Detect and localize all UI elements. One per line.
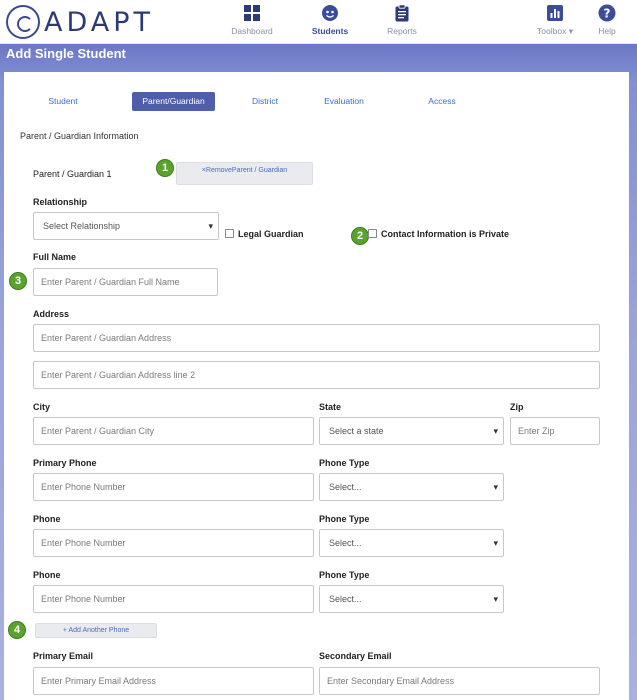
contact-private-label: Contact Information is Private [381, 229, 510, 239]
tab-district[interactable]: District [235, 92, 295, 111]
logo-mark-icon [6, 5, 40, 39]
student-face-icon [322, 5, 338, 21]
phone-2-type-select[interactable]: Select... [319, 529, 504, 557]
toolbox-chart-icon [547, 5, 563, 21]
phone-3-input[interactable]: Enter Phone Number [33, 585, 314, 613]
tab-student[interactable]: Student [24, 92, 102, 111]
primary-phone-type-select[interactable]: Select... [319, 473, 504, 501]
zip-input[interactable]: Enter Zip [510, 417, 600, 445]
legal-guardian-label: Legal Guardian [238, 229, 304, 239]
tab-parent-guardian[interactable]: Parent/Guardian [132, 92, 215, 111]
nav-toolbox[interactable]: Toolbox ▾ [533, 4, 577, 37]
help-question-icon: ? [598, 4, 616, 22]
add-phone-button[interactable]: + Add Another Phone [35, 623, 157, 638]
nav-students-label: Students [311, 26, 349, 36]
contact-private-checkbox[interactable] [368, 229, 377, 238]
state-label: State [319, 402, 342, 412]
primary-email-input[interactable]: Enter Primary Email Address [33, 667, 314, 695]
address-label: Address [33, 309, 70, 319]
nav-students[interactable]: Students [310, 4, 350, 36]
secondary-email-label: Secondary Email [319, 651, 392, 661]
nav-toolbox-label: Toolbox ▾ [537, 26, 573, 36]
full-name-input[interactable]: Enter Parent / Guardian Full Name [33, 268, 218, 296]
primary-phone-input[interactable]: Enter Phone Number [33, 473, 314, 501]
primary-phone-label: Primary Phone [33, 458, 97, 468]
full-name-label: Full Name [33, 252, 77, 262]
zip-label: Zip [510, 402, 524, 412]
step-badge-2: 2 [351, 227, 369, 245]
primary-phone-type-label: Phone Type [319, 458, 370, 468]
secondary-email-input[interactable]: Enter Secondary Email Address [319, 667, 600, 695]
relationship-select[interactable]: Select Relationship [33, 212, 219, 240]
nav-dashboard[interactable]: Dashboard [229, 4, 275, 36]
nav-help-label: Help [598, 26, 616, 36]
tab-access[interactable]: Access [413, 92, 471, 111]
remove-guardian-button[interactable]: ×RemoveParent / Guardian [176, 162, 313, 185]
nav-reports[interactable]: Reports [383, 4, 421, 36]
step-badge-3: 3 [9, 272, 27, 290]
city-label: City [33, 402, 51, 412]
clipboard-icon [395, 4, 409, 22]
svg-text:?: ? [604, 6, 611, 20]
phone-3-type-label: Phone Type [319, 570, 370, 580]
phone-3-label: Phone [33, 570, 61, 580]
address-line2-input[interactable]: Enter Parent / Guardian Address line 2 [33, 361, 600, 389]
legal-guardian-checkbox[interactable] [225, 229, 234, 238]
section-title: Parent / Guardian Information [20, 131, 139, 141]
phone-2-input[interactable]: Enter Phone Number [33, 529, 314, 557]
primary-email-label: Primary Email [33, 651, 94, 661]
tab-evaluation[interactable]: Evaluation [312, 92, 376, 111]
phone-2-type-label: Phone Type [319, 514, 370, 524]
relationship-label: Relationship [33, 197, 88, 207]
phone-3-type-select[interactable]: Select... [319, 585, 504, 613]
logo-text: ADAPT [44, 6, 155, 38]
nav-help[interactable]: ? Help [593, 4, 621, 36]
nav-reports-label: Reports [387, 26, 417, 36]
top-navbar: ADAPT Dashboard Students Reports Toolbox… [0, 0, 637, 44]
phone-2-label: Phone [33, 514, 61, 524]
step-badge-4: 4 [8, 621, 26, 639]
nav-dashboard-label: Dashboard [231, 26, 273, 36]
address-line1-input[interactable]: Enter Parent / Guardian Address [33, 324, 600, 352]
dashboard-icon [244, 5, 260, 21]
city-input[interactable]: Enter Parent / Guardian City [33, 417, 314, 445]
page-title: Add Single Student [6, 46, 126, 61]
guardian-heading: Parent / Guardian 1 [33, 169, 112, 179]
adapt-logo[interactable]: ADAPT [6, 4, 154, 40]
state-select[interactable]: Select a state [319, 417, 504, 445]
step-badge-1: 1 [156, 159, 174, 177]
